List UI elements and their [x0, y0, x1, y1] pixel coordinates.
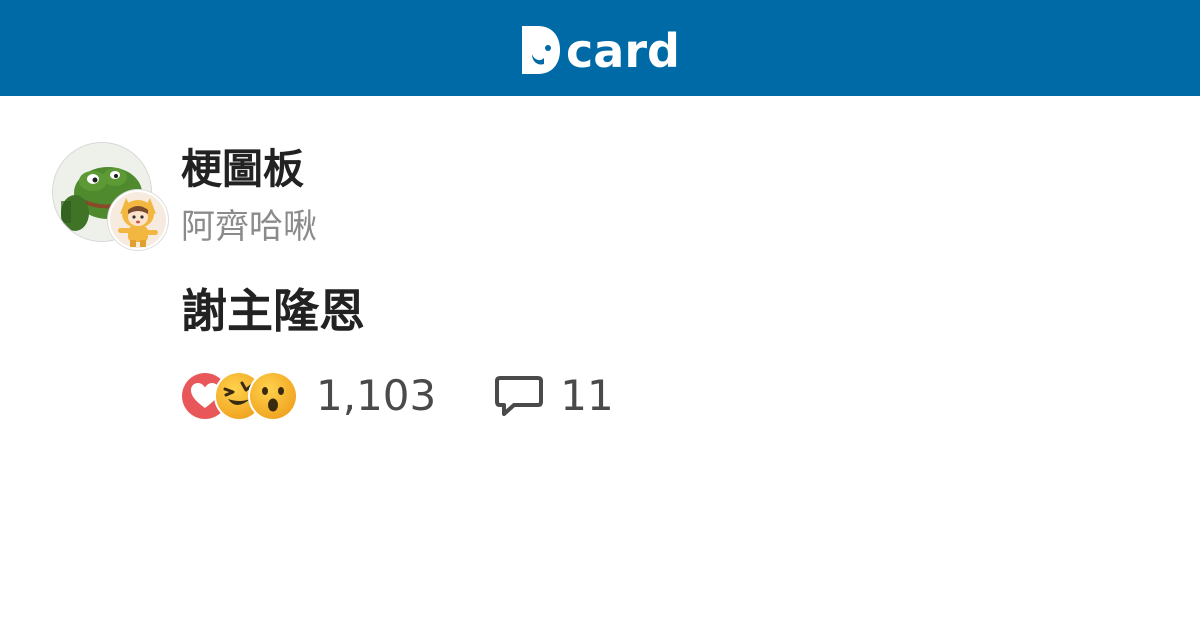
top-header-bar: card — [0, 0, 1200, 96]
avatar-group[interactable] — [52, 142, 168, 252]
reaction-count: 1,103 — [316, 371, 437, 420]
comment-count: 11 — [560, 371, 614, 420]
dcard-logo[interactable]: card — [520, 20, 680, 76]
author-name: 阿齊哈啾 — [181, 207, 317, 247]
comment-bubble-icon[interactable] — [494, 370, 546, 422]
anime-girl-avatar-image — [110, 192, 166, 248]
dcard-d-icon — [522, 26, 561, 74]
post-title[interactable]: 謝主隆恩 — [181, 278, 365, 344]
surprised-reaction-icon — [248, 371, 298, 421]
dcard-brand-text: card — [566, 24, 680, 78]
post-meta-row: 1,103 11 — [180, 366, 614, 426]
reactions-group[interactable] — [180, 371, 298, 421]
author-avatar[interactable] — [108, 190, 168, 250]
forum-name[interactable]: 梗圖板 — [181, 140, 304, 198]
